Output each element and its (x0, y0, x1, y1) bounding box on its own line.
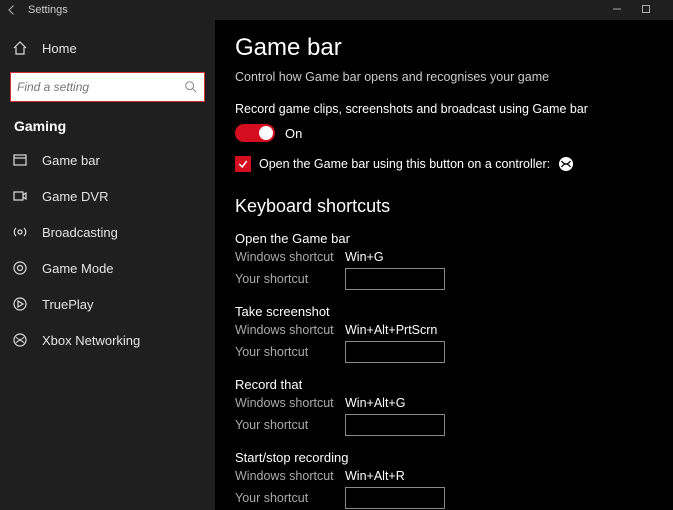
window-title: Settings (28, 4, 68, 16)
search-box[interactable] (10, 72, 205, 102)
window-controls (612, 4, 667, 17)
sidebar-item-game-bar[interactable]: Game bar (0, 142, 215, 178)
gamemode-icon (12, 260, 28, 276)
your-shortcut-label: Your shortcut (235, 491, 345, 505)
sidebar-item-broadcasting[interactable]: Broadcasting (0, 214, 215, 250)
titlebar: Settings (0, 0, 673, 20)
minimize-button[interactable] (612, 4, 638, 14)
sidebar-item-game-dvr[interactable]: Game DVR (0, 178, 215, 214)
dvr-icon (12, 188, 28, 204)
windows-shortcut-label: Windows shortcut (235, 396, 345, 410)
shortcuts-heading: Keyboard shortcuts (235, 196, 653, 217)
content-area: Game bar Control how Game bar opens and … (215, 20, 673, 510)
broadcast-icon (12, 224, 28, 240)
controller-checkbox-label: Open the Game bar using this button on a… (259, 157, 550, 171)
xbox-controller-icon (558, 156, 574, 172)
windows-shortcut-value: Win+Alt+PrtScrn (345, 323, 437, 337)
your-shortcut-input[interactable] (345, 414, 445, 436)
shortcut-title: Record that (235, 377, 653, 392)
shortcut-title: Start/stop recording (235, 450, 653, 465)
trueplay-icon (12, 296, 28, 312)
controller-checkbox[interactable] (235, 156, 251, 172)
shortcut-block: Open the Game bar Windows shortcutWin+GYo… (235, 231, 653, 290)
your-shortcut-input[interactable] (345, 268, 445, 290)
shortcut-block: Start/stop recording Windows shortcutWin+… (235, 450, 653, 509)
windows-shortcut-value: Win+G (345, 250, 384, 264)
page-title: Game bar (235, 34, 653, 62)
sidebar-item-trueplay[interactable]: TruePlay (0, 286, 215, 322)
nav-home-label: Home (42, 41, 77, 56)
sidebar-item-label: Game Mode (42, 261, 114, 276)
nav-home[interactable]: Home (0, 30, 215, 66)
windows-shortcut-label: Windows shortcut (235, 250, 345, 264)
your-shortcut-label: Your shortcut (235, 418, 345, 432)
windows-shortcut-label: Windows shortcut (235, 469, 345, 483)
shortcut-title: Take screenshot (235, 304, 653, 319)
search-wrap (10, 72, 205, 102)
sidebar-heading: Gaming (0, 112, 215, 142)
your-shortcut-label: Your shortcut (235, 272, 345, 286)
home-icon (12, 40, 28, 56)
sidebar-item-label: Game bar (42, 153, 100, 168)
your-shortcut-input[interactable] (345, 341, 445, 363)
windows-shortcut-value: Win+Alt+R (345, 469, 405, 483)
search-input[interactable] (17, 80, 184, 94)
sidebar-item-game-mode[interactable]: Game Mode (0, 250, 215, 286)
maximize-button[interactable] (641, 4, 667, 14)
search-icon (184, 80, 198, 94)
your-shortcut-label: Your shortcut (235, 345, 345, 359)
record-toggle[interactable] (235, 124, 275, 142)
sidebar-item-label: Broadcasting (42, 225, 118, 240)
shortcut-block: Take screenshot Windows shortcutWin+Alt+P… (235, 304, 653, 363)
sidebar-item-label: Xbox Networking (42, 333, 140, 348)
sidebar-item-label: Game DVR (42, 189, 108, 204)
your-shortcut-input[interactable] (345, 487, 445, 509)
shortcut-title: Open the Game bar (235, 231, 653, 246)
toggle-state: On (285, 126, 302, 141)
back-button[interactable] (6, 4, 18, 16)
page-subtitle: Control how Game bar opens and recognise… (235, 70, 653, 84)
sidebar-item-xbox-networking[interactable]: Xbox Networking (0, 322, 215, 358)
xbox-icon (12, 332, 28, 348)
record-label: Record game clips, screenshots and broad… (235, 102, 653, 116)
windows-shortcut-label: Windows shortcut (235, 323, 345, 337)
shortcut-block: Record that Windows shortcutWin+Alt+GYour… (235, 377, 653, 436)
sidebar: Home Gaming Game bar Game DVR (0, 20, 215, 510)
sidebar-item-label: TruePlay (42, 297, 94, 312)
windows-shortcut-value: Win+Alt+G (345, 396, 405, 410)
gamebar-icon (12, 152, 28, 168)
